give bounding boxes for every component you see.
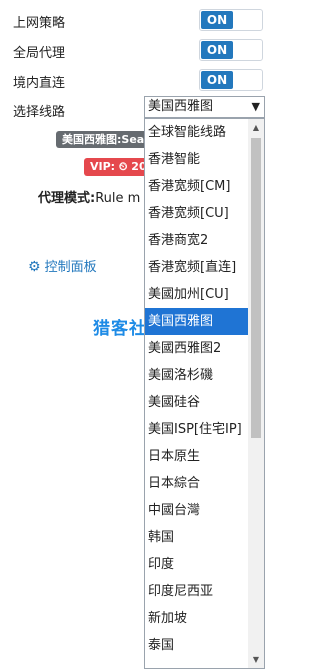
route-select-label: 选择线路	[13, 105, 66, 120]
chevron-down-icon: ▼	[251, 100, 260, 113]
toggle-on-state: ON	[201, 11, 233, 29]
route-option[interactable]: 美國西雅图2	[145, 335, 248, 362]
route-option[interactable]: 印度尼西亚	[145, 578, 248, 605]
route-option[interactable]: 韩国	[145, 524, 248, 551]
gear-icon: ⚙	[28, 259, 41, 275]
route-option[interactable]: 香港智能	[145, 146, 248, 173]
dropdown-scrollbar[interactable]: ▲ ▼	[248, 119, 264, 668]
global-proxy-label: 全局代理	[13, 46, 66, 61]
route-option[interactable]: 印度	[145, 551, 248, 578]
row-domestic-direct: 境内直连 ON	[0, 68, 277, 96]
proxy-mode: 代理模式:Rule m	[38, 187, 140, 206]
global-proxy-toggle[interactable]: ON	[199, 39, 263, 61]
internet-policy-toggle[interactable]: ON	[199, 9, 263, 31]
route-option[interactable]: 新加坡	[145, 605, 248, 632]
row-internet-policy: 上网策略 ON	[0, 8, 277, 36]
domestic-direct-toggle[interactable]: ON	[199, 69, 263, 91]
route-option[interactable]: 美国ISP[住宅IP]	[145, 416, 248, 443]
scrollbar-thumb[interactable]	[251, 138, 261, 438]
route-select[interactable]: 美国西雅图 ▼	[144, 96, 265, 118]
proxy-mode-label: 代理模式:	[38, 191, 96, 206]
route-dropdown-list[interactable]: 全球智能线路 香港智能 香港宽频[CM] 香港宽频[CU] 香港商宽2 香港宽频[直连] 美…	[144, 118, 265, 669]
scroll-down-icon[interactable]: ▼	[248, 651, 264, 668]
internet-policy-label: 上网策略	[13, 16, 66, 31]
route-option[interactable]: 日本原生	[145, 443, 248, 470]
route-option[interactable]: 日本綜合	[145, 470, 248, 497]
route-option[interactable]: 美國加州[CU]	[145, 281, 248, 308]
scroll-up-icon[interactable]: ▲	[248, 119, 264, 136]
route-option[interactable]: 中國台灣	[145, 497, 248, 524]
proxy-mode-value: Rule m	[95, 191, 141, 206]
vip-badge: VIP: ⏲ 20	[84, 158, 153, 176]
toggle-on-state: ON	[201, 71, 233, 89]
route-option[interactable]: 泰国	[145, 632, 248, 659]
route-option[interactable]: 香港宽频[CM]	[145, 173, 248, 200]
row-global-proxy: 全局代理 ON	[0, 38, 277, 66]
route-option[interactable]: 香港商宽2	[145, 227, 248, 254]
route-option[interactable]: 美国西雅图	[145, 308, 248, 335]
control-panel-link[interactable]: ⚙ 控制面板	[28, 256, 97, 275]
route-option[interactable]: 全球智能线路	[145, 119, 248, 146]
route-option[interactable]: 美國洛杉磯	[145, 362, 248, 389]
route-options: 全球智能线路 香港智能 香港宽频[CM] 香港宽频[CU] 香港商宽2 香港宽频[直连] 美…	[145, 119, 264, 659]
route-option[interactable]: 香港宽频[CU]	[145, 200, 248, 227]
route-option[interactable]: 香港宽频[直连]	[145, 254, 248, 281]
control-panel-label: 控制面板	[44, 260, 97, 275]
node-status-badge: 美国西雅图:Seat	[56, 131, 156, 148]
route-option[interactable]: 美國硅谷	[145, 389, 248, 416]
route-select-value: 美国西雅图	[148, 99, 214, 114]
toggle-on-state: ON	[201, 41, 233, 59]
domestic-direct-label: 境内直连	[13, 76, 66, 91]
